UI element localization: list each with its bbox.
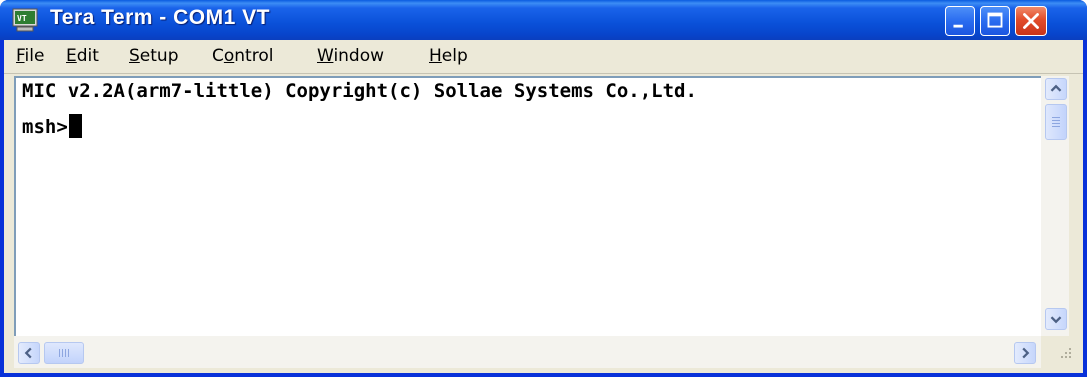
- chevron-down-icon: [1050, 316, 1062, 324]
- menu-file-rest: ile: [24, 46, 45, 66]
- scroll-right-button[interactable]: [1014, 342, 1036, 364]
- menu-setup[interactable]: Setup: [129, 46, 179, 66]
- terminal-icon[interactable]: VT: [12, 8, 38, 32]
- chevron-left-icon: [24, 347, 32, 359]
- menu-bar: File Edit Setup Control Window Help: [4, 40, 1083, 74]
- window-title: Tera Term - COM1 VT: [50, 6, 270, 29]
- grip-line: [62, 349, 63, 357]
- grip-line: [1052, 126, 1060, 127]
- grip-line: [68, 349, 69, 357]
- scroll-up-button[interactable]: [1045, 78, 1067, 100]
- close-button[interactable]: [1015, 6, 1047, 36]
- grip-line: [59, 349, 60, 357]
- chevron-right-icon: [1022, 347, 1030, 359]
- maximize-button[interactable]: [980, 6, 1010, 36]
- title-bar[interactable]: VT Tera Term - COM1 VT: [0, 0, 1087, 40]
- menu-control-rest: ntrol: [234, 46, 274, 66]
- menu-file[interactable]: File: [16, 46, 44, 66]
- menu-window-mnemonic: W: [317, 46, 334, 66]
- maximize-icon: [987, 12, 1003, 28]
- menu-help[interactable]: Help: [429, 46, 468, 66]
- vertical-scroll-thumb[interactable]: [1045, 104, 1067, 140]
- chevron-up-icon: [1050, 84, 1062, 92]
- menu-window[interactable]: Window: [317, 46, 384, 66]
- menu-help-mnemonic: H: [429, 46, 442, 66]
- scroll-left-button[interactable]: [18, 342, 40, 364]
- grip-line: [65, 349, 66, 357]
- menu-help-rest: elp: [441, 46, 468, 66]
- grip-line: [1052, 120, 1060, 121]
- scroll-down-button[interactable]: [1045, 308, 1067, 330]
- menu-setup-rest: etup: [139, 46, 179, 66]
- menu-setup-mnemonic: S: [129, 46, 140, 66]
- grip-dot: [1069, 356, 1071, 358]
- menu-control-pre: C: [212, 46, 224, 66]
- minimize-icon: [953, 24, 963, 28]
- grip-line: [1052, 123, 1060, 124]
- grip-line: [1052, 117, 1060, 118]
- grip-dot: [1069, 352, 1071, 354]
- terminal-screen[interactable]: MIC v2.2A(arm7-little) Copyright(c) Soll…: [14, 76, 1041, 336]
- menu-edit-mnemonic: E: [66, 46, 77, 66]
- terminal-prompt-line: msh>: [22, 114, 82, 138]
- vertical-scrollbar[interactable]: [1041, 76, 1069, 336]
- svg-text:VT: VT: [17, 14, 27, 23]
- grip-dot: [1069, 348, 1071, 350]
- close-icon: [1023, 13, 1039, 29]
- grip-dot: [1065, 352, 1067, 354]
- minimize-button[interactable]: [945, 6, 975, 36]
- menu-edit-rest: dit: [76, 46, 99, 66]
- menu-file-mnemonic: F: [16, 46, 25, 66]
- terminal-prompt: msh>: [22, 116, 68, 138]
- menu-control-mnemonic: o: [223, 46, 235, 66]
- terminal-line: MIC v2.2A(arm7-little) Copyright(c) Soll…: [22, 80, 697, 102]
- grip-dot: [1061, 356, 1063, 358]
- menu-window-rest: indow: [333, 46, 385, 66]
- horizontal-scrollbar[interactable]: [14, 336, 1041, 368]
- grip-dot: [1065, 356, 1067, 358]
- text-cursor: [68, 114, 82, 138]
- menu-edit[interactable]: Edit: [66, 46, 99, 66]
- horizontal-scroll-thumb[interactable]: [44, 342, 84, 364]
- resize-grip-icon[interactable]: [1055, 342, 1075, 364]
- tera-term-window: VT Tera Term - COM1 VT File Edit Setup C…: [0, 0, 1087, 377]
- menu-control[interactable]: Control: [212, 46, 273, 66]
